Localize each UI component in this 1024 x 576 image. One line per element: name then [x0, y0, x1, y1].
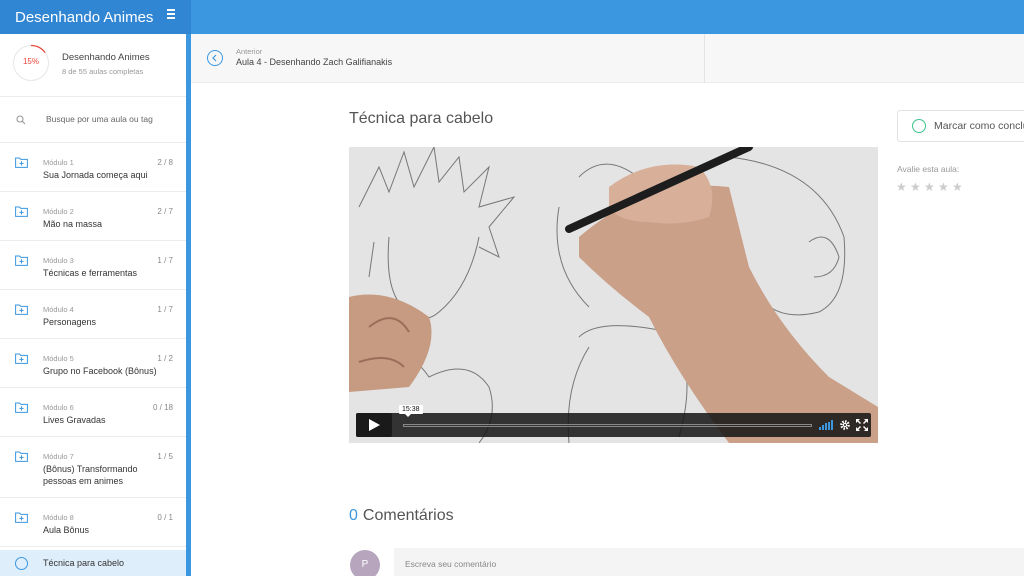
play-icon: [369, 419, 380, 431]
lesson-nav-bar: Anterior Aula 4 - Desenhando Zach Galifi…: [191, 34, 1024, 83]
sidebar-item-module-6[interactable]: Módulo 6 0 / 18 Lives Gravadas: [0, 388, 186, 437]
rate-label: Avalie esta aula:: [897, 164, 960, 174]
previous-lesson-link[interactable]: Aula 4 - Desenhando Zach Galifianakis: [236, 57, 392, 67]
settings-gear-icon[interactable]: [839, 419, 851, 431]
video-progress-bar[interactable]: [403, 424, 812, 427]
sidebar-scrollbar[interactable]: [186, 34, 191, 576]
check-circle-icon: [912, 119, 926, 133]
sidebar: 15% Desenhando Animes 8 de 55 aulas comp…: [0, 34, 191, 576]
sidebar-item-module-1[interactable]: Módulo 1 2 / 8 Sua Jornada começa aqui: [0, 143, 186, 192]
comments-heading: 0 Comentários: [349, 507, 454, 525]
course-progress: 15% Desenhando Animes 8 de 55 aulas comp…: [0, 34, 186, 97]
module-progress-count: 1 / 2: [157, 354, 173, 363]
module-title: Personagens: [43, 317, 97, 327]
sidebar-item-module-3[interactable]: Módulo 3 1 / 7 Técnicas e ferramentas: [0, 241, 186, 290]
module-progress-count: 1 / 7: [157, 305, 173, 314]
module-label: Módulo 3: [43, 256, 74, 265]
video-player[interactable]: 15:38: [349, 147, 878, 443]
star-icon[interactable]: ★: [938, 181, 950, 193]
lessons-completed: 8 de 55 aulas completas: [62, 67, 144, 76]
sidebar-item-module-5[interactable]: Módulo 5 1 / 2 Grupo no Facebook (Bônus): [0, 339, 186, 388]
module-label: Módulo 1: [43, 158, 74, 167]
sidebar-item-module-2[interactable]: Módulo 2 2 / 7 Mão na massa: [0, 192, 186, 241]
volume-icon[interactable]: [819, 420, 833, 430]
search-icon: [16, 115, 26, 125]
previous-lesson-button[interactable]: [207, 50, 223, 66]
lesson-status-icon: [15, 557, 28, 570]
folder-plus-icon: [15, 402, 28, 413]
module-title: Grupo no Facebook (Bônus): [43, 366, 157, 376]
module-label: Módulo 5: [43, 354, 74, 363]
module-label: Módulo 6: [43, 403, 74, 412]
module-progress-count: 2 / 8: [157, 158, 173, 167]
folder-plus-icon: [15, 353, 28, 364]
star-icon[interactable]: ★: [952, 181, 964, 193]
lesson-item-title: Técnica para cabelo: [43, 558, 125, 568]
comment-input[interactable]: [394, 548, 1024, 576]
chevron-left-icon: [212, 54, 217, 62]
search-bar: [0, 97, 186, 143]
progress-percent: 15%: [22, 57, 39, 66]
star-icon[interactable]: ★: [896, 181, 908, 193]
sidebar-item-module-4[interactable]: Módulo 4 1 / 7 Personagens: [0, 290, 186, 339]
folder-plus-icon: [15, 451, 28, 462]
module-progress-count: 1 / 7: [157, 256, 173, 265]
search-input[interactable]: [46, 114, 176, 124]
play-button[interactable]: [356, 413, 392, 437]
app-title: Desenhando Animes: [15, 9, 154, 26]
sidebar-item-module-7[interactable]: Módulo 7 1 / 5 (Bônus) Transformando pesso…: [0, 437, 186, 498]
course-name: Desenhando Animes: [62, 52, 150, 63]
comments-count: 0: [349, 507, 358, 524]
folder-plus-icon: [15, 304, 28, 315]
module-label: Módulo 2: [43, 207, 74, 216]
avatar: P: [350, 550, 380, 576]
star-icon[interactable]: ★: [924, 181, 936, 193]
brand-bar: Desenhando Animes: [0, 0, 191, 34]
video-frame: [349, 147, 878, 443]
comments-title: Comentários: [362, 507, 454, 524]
module-progress-count: 2 / 7: [157, 207, 173, 216]
menu-icon[interactable]: [164, 9, 178, 23]
module-label: Módulo 8: [43, 513, 74, 522]
nav-divider: [704, 34, 705, 83]
lesson-title: Técnica para cabelo: [349, 110, 494, 127]
module-title: (Bônus) Transformando pessoas em animes: [43, 464, 138, 486]
mark-complete-button[interactable]: Marcar como concluída: [897, 110, 1024, 142]
folder-plus-icon: [15, 157, 28, 168]
module-label: Módulo 4: [43, 305, 74, 314]
module-title: Sua Jornada começa aqui: [43, 170, 148, 180]
folder-plus-icon: [15, 512, 28, 523]
module-title: Técnicas e ferramentas: [43, 268, 138, 278]
fullscreen-icon[interactable]: [856, 419, 868, 431]
previous-label: Anterior: [236, 47, 263, 56]
module-progress-count: 1 / 5: [157, 452, 173, 461]
mark-complete-label: Marcar como concluída: [934, 120, 1024, 132]
module-label: Módulo 7: [43, 452, 74, 461]
module-title: Mão na massa: [43, 219, 103, 229]
module-title: Aula Bônus: [43, 525, 90, 535]
video-controls: 15:38: [356, 405, 871, 437]
module-progress-count: 0 / 18: [152, 403, 173, 412]
module-progress-count: 0 / 1: [157, 513, 173, 522]
rating-stars: ★ ★ ★ ★ ★: [896, 178, 966, 196]
time-tooltip: 15:38: [399, 405, 423, 417]
sidebar-item-module-8[interactable]: Módulo 8 0 / 1 Aula Bônus: [0, 498, 186, 547]
folder-plus-icon: [15, 255, 28, 266]
folder-plus-icon: [15, 206, 28, 217]
module-title: Lives Gravadas: [43, 415, 106, 425]
lesson-item-active[interactable]: Técnica para cabelo: [0, 550, 186, 576]
star-icon[interactable]: ★: [910, 181, 922, 193]
